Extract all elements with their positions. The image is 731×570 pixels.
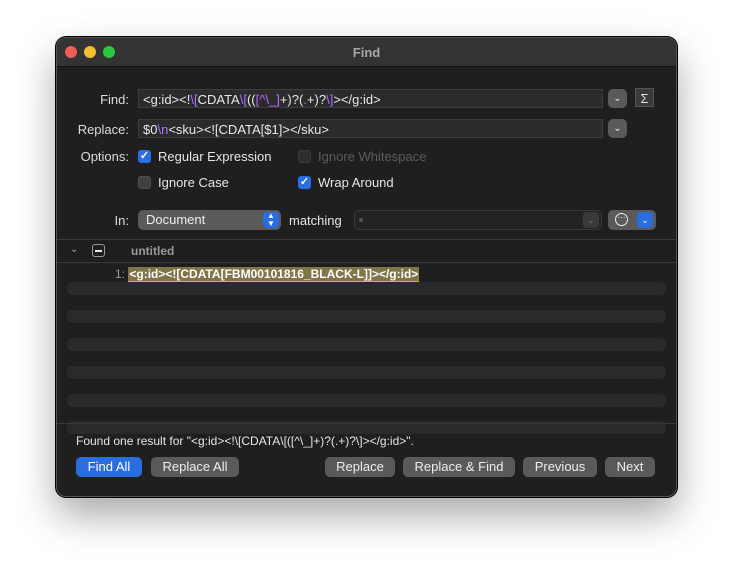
insert-pattern-button[interactable]: Σ <box>635 88 654 107</box>
find-label: Find: <box>100 92 129 107</box>
sigma-icon: Σ <box>640 91 649 106</box>
empty-row <box>67 394 666 407</box>
result-match-text: <g:id><![CDATA[FBM00101816_BLACK-L]]></g… <box>128 267 420 283</box>
checkmark-icon: ✓ <box>139 150 150 162</box>
chevron-down-icon: ⌄ <box>613 93 622 104</box>
empty-row <box>67 310 666 323</box>
scope-label: In: <box>114 213 129 228</box>
find-window: Find Find: <g:id><!\[CDATA\[(([^\_]+)?(.… <box>56 37 677 497</box>
literal-token: +)?( <box>279 92 304 107</box>
replace-history-button[interactable]: ⌄ <box>608 119 627 138</box>
chevron-down-icon: ⌄ <box>613 123 622 134</box>
find-input[interactable]: <g:id><!\[CDATA\[(([^\_]+)?(.+)?\]></g:i… <box>138 89 603 108</box>
literal-token: $0 <box>143 122 158 137</box>
replace-input[interactable]: $0\n<sku><![CDATA[$1]></sku> <box>138 119 603 138</box>
token-dot-icon <box>359 218 363 222</box>
empty-row <box>67 366 666 379</box>
replace-label: Replace: <box>77 122 129 137</box>
status-text: Found one result for "<g:id><!\[CDATA\[(… <box>76 434 414 448</box>
matching-label: matching <box>289 213 342 228</box>
literal-token: <g:id><! <box>143 92 191 107</box>
regex-token: \[ <box>190 92 198 107</box>
regular-expression-label: Regular Expression <box>158 149 272 164</box>
result-item[interactable]: 1: <g:id><![CDATA[FBM00101816_BLACK-L]]>… <box>115 267 420 283</box>
literal-token: CDATA <box>197 92 240 107</box>
matching-input[interactable]: ⌄ <box>354 210 602 230</box>
find-all-button[interactable]: Find All <box>76 457 142 477</box>
wrap-around-checkbox[interactable]: ✓ <box>298 176 311 189</box>
literal-token: +)? <box>306 92 327 107</box>
ignore-case-checkbox[interactable] <box>138 176 151 189</box>
empty-row <box>67 282 666 295</box>
ignore-case-label: Ignore Case <box>158 175 229 190</box>
regular-expression-checkbox[interactable]: ✓ <box>138 150 151 163</box>
chevron-down-icon[interactable]: ⌄ <box>583 212 599 228</box>
scope-popup[interactable]: Document ▲ ▼ <box>138 210 281 230</box>
checkmark-icon: ✓ <box>299 176 310 188</box>
literal-token: (( <box>246 92 256 107</box>
document-name: untitled <box>131 244 175 258</box>
options-label: Options: <box>80 149 129 164</box>
divider <box>57 423 676 424</box>
replace-and-find-button[interactable]: Replace & Find <box>403 457 515 477</box>
regex-token: \[ <box>239 92 247 107</box>
literal-token: ></g:id> <box>333 92 381 107</box>
results-list: ⌄ untitled 1: <g:id><![CDATA[FBM00101816… <box>57 239 676 434</box>
collapse-minus-icon[interactable] <box>92 244 105 257</box>
regex-token: [^\_] <box>255 92 280 107</box>
disclosure-chevron-icon[interactable]: ⌄ <box>70 244 78 255</box>
chevron-down-icon[interactable]: ⌄ <box>637 212 653 228</box>
literal-token: <sku><![CDATA[$1]></sku> <box>168 122 329 137</box>
scope-selected: Document <box>146 212 206 227</box>
ignore-whitespace-checkbox[interactable] <box>298 150 311 163</box>
find-history-button[interactable]: ⌄ <box>608 89 627 108</box>
previous-button[interactable]: Previous <box>523 457 597 477</box>
regex-token: \n <box>157 122 169 137</box>
result-line-number: 1: <box>115 267 126 281</box>
replace-all-button[interactable]: Replace All <box>151 457 239 477</box>
wrap-around-label: Wrap Around <box>318 175 394 190</box>
next-button[interactable]: Next <box>605 457 655 477</box>
more-options-control[interactable]: ⋯ ⌄ <box>608 210 656 230</box>
empty-row <box>67 338 666 351</box>
replace-button[interactable]: Replace <box>325 457 395 477</box>
ignore-whitespace-label: Ignore Whitespace <box>318 149 427 164</box>
title-bar: Find <box>57 38 676 67</box>
ellipsis-circle-icon[interactable]: ⋯ <box>615 213 628 226</box>
window-title: Find <box>352 45 381 60</box>
up-down-arrows-icon: ▲ ▼ <box>263 212 279 228</box>
results-document-header[interactable]: ⌄ untitled <box>57 240 676 263</box>
